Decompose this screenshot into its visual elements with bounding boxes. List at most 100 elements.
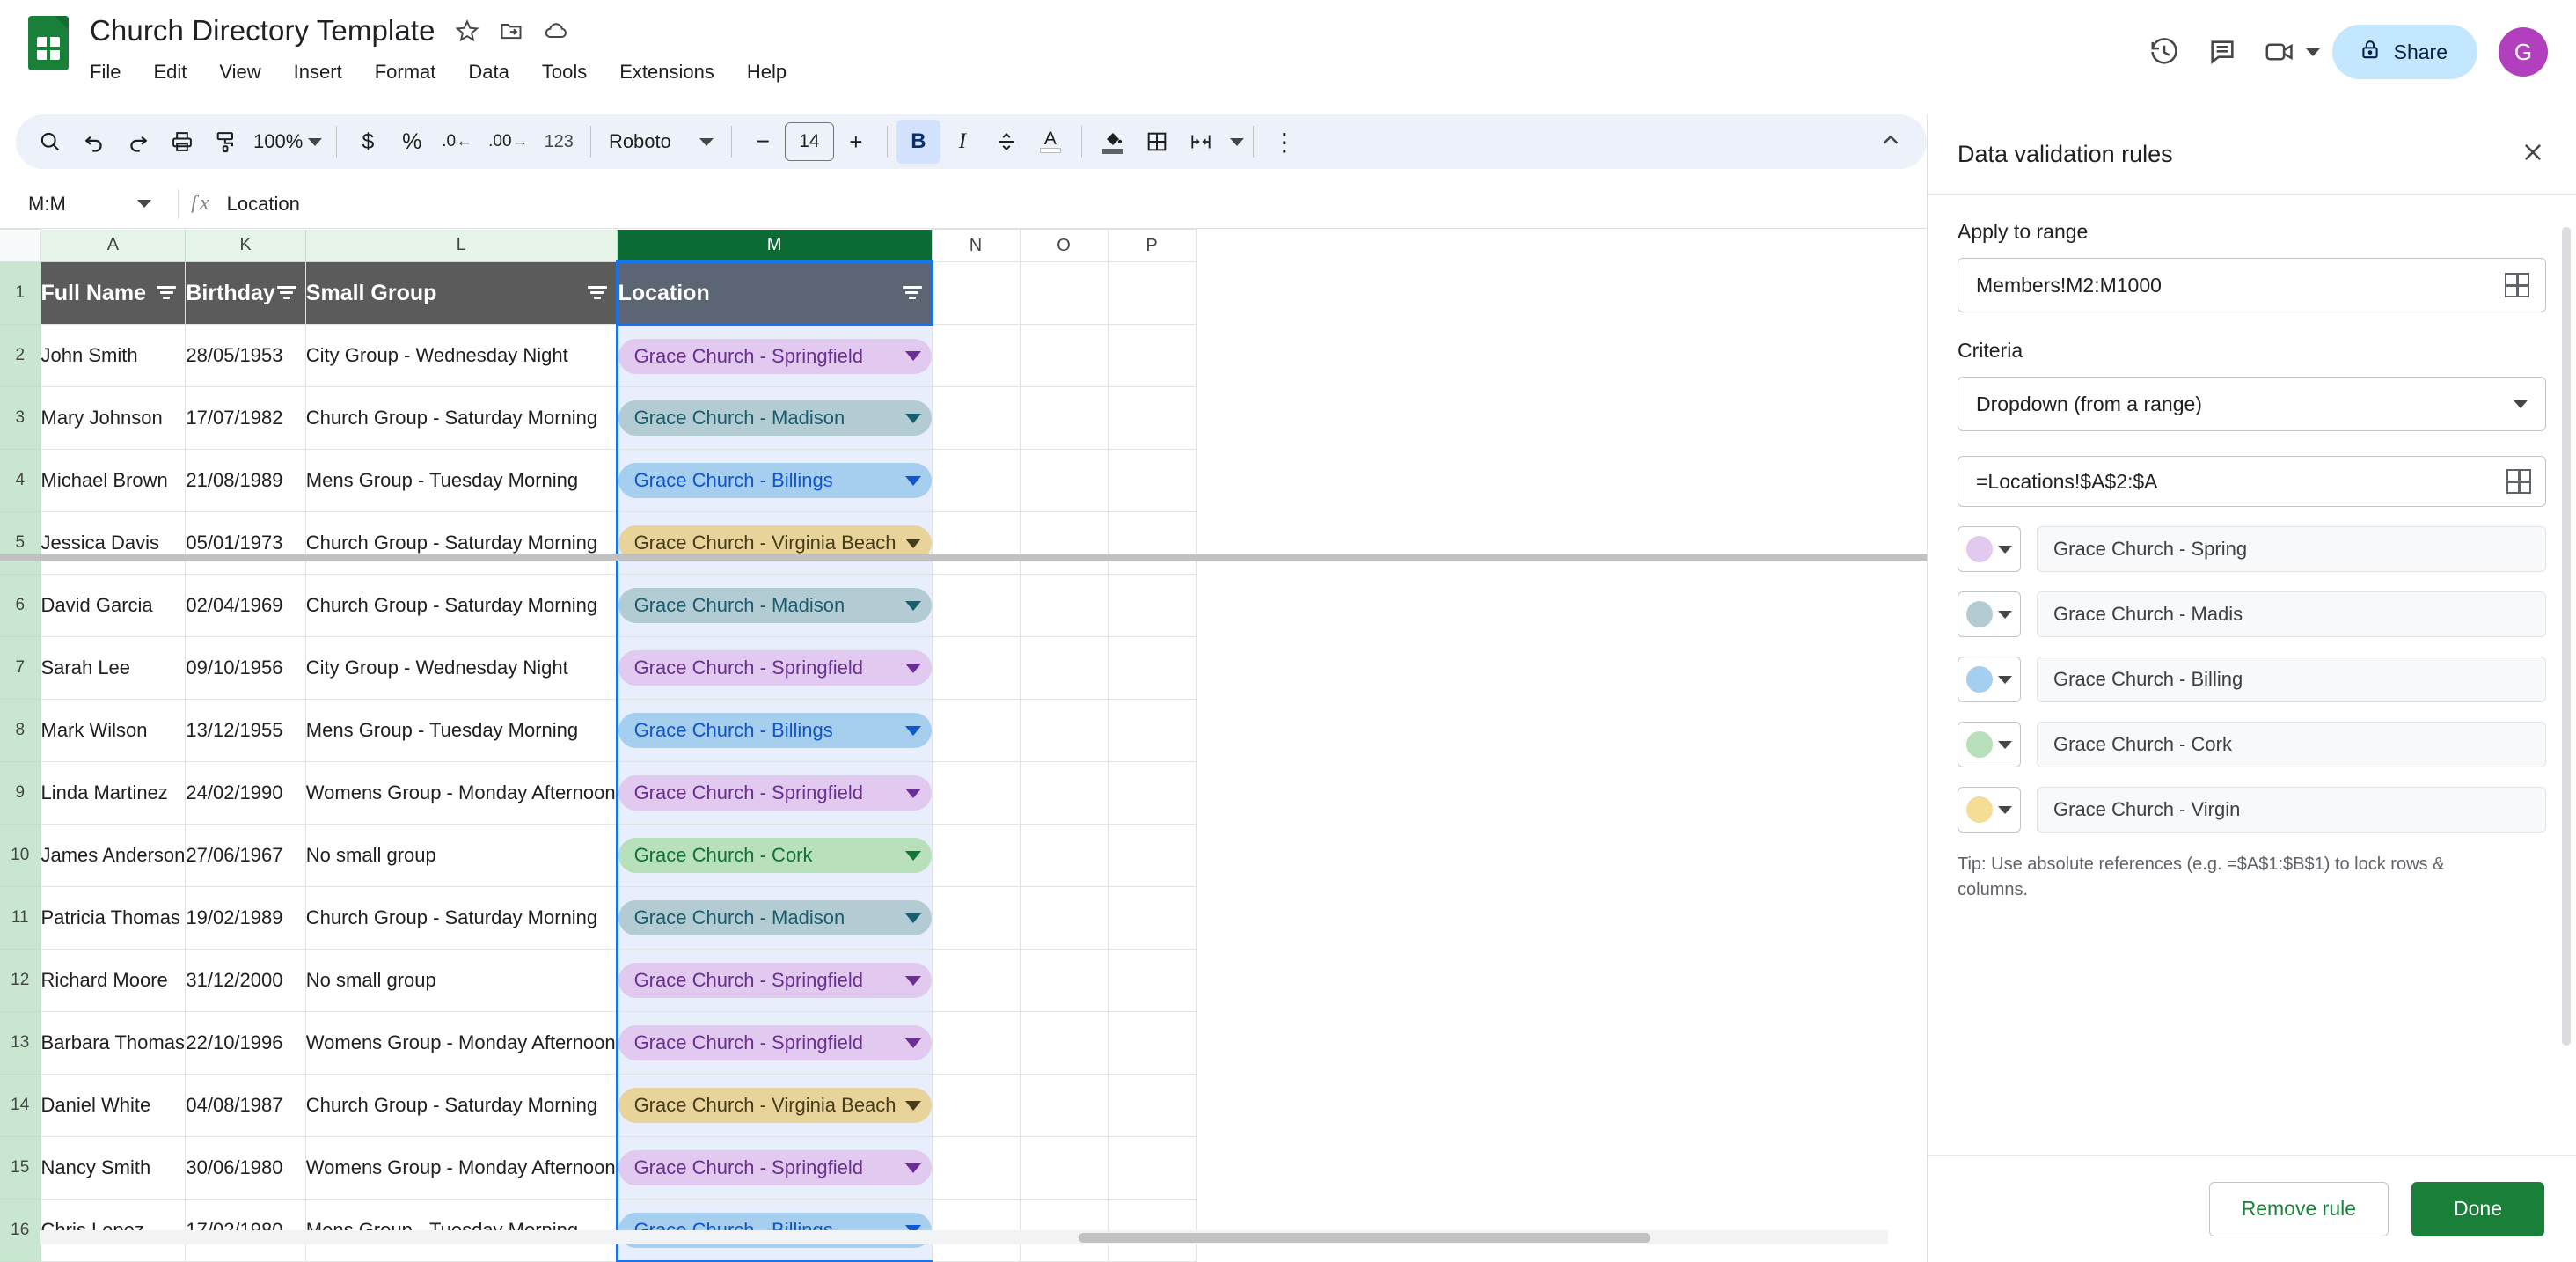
horizontal-scrollbar[interactable] xyxy=(40,1230,1888,1244)
empty-cell[interactable] xyxy=(932,512,1020,575)
more-formats-button[interactable]: 123 xyxy=(537,120,582,164)
cell-full-name[interactable]: James Anderson xyxy=(40,825,186,887)
collapse-toolbar-icon[interactable] xyxy=(1877,127,1904,158)
cloud-saved-icon[interactable] xyxy=(543,18,569,43)
cell-birthday[interactable]: 31/12/2000 xyxy=(186,950,305,1012)
increase-font-size-button[interactable]: + xyxy=(834,120,878,164)
cell-birthday[interactable]: 24/02/1990 xyxy=(186,762,305,825)
cell-location[interactable]: Grace Church - Billings xyxy=(617,700,932,762)
cell-small-group[interactable]: No small group xyxy=(305,950,617,1012)
name-box[interactable]: M:M xyxy=(0,193,167,216)
row-header-1[interactable]: 1 xyxy=(0,262,40,325)
empty-cell[interactable] xyxy=(1020,1137,1108,1200)
option-color-button[interactable] xyxy=(1958,787,2021,833)
empty-cell[interactable] xyxy=(1108,262,1196,325)
row-header-4[interactable]: 4 xyxy=(0,450,40,512)
row-header-7[interactable]: 7 xyxy=(0,637,40,700)
location-chip[interactable]: Grace Church - Madison xyxy=(618,588,932,623)
row-header-3[interactable]: 3 xyxy=(0,387,40,450)
empty-cell[interactable] xyxy=(1020,450,1108,512)
row-header-14[interactable]: 14 xyxy=(0,1075,40,1137)
cell-full-name[interactable]: Richard Moore xyxy=(40,950,186,1012)
star-icon[interactable] xyxy=(455,18,479,43)
menu-tools[interactable]: Tools xyxy=(542,61,587,84)
spreadsheet-grid[interactable]: A K L M N O P 1 Full Name Birthday Small… xyxy=(0,229,1927,1262)
cell-small-group[interactable]: Mens Group - Tuesday Morning xyxy=(305,700,617,762)
select-range-icon[interactable] xyxy=(2505,273,2529,297)
menu-view[interactable]: View xyxy=(219,61,260,84)
chevron-down-icon[interactable] xyxy=(905,1163,921,1173)
cell-location[interactable]: Grace Church - Springfield xyxy=(617,1137,932,1200)
empty-cell[interactable] xyxy=(1020,512,1108,575)
empty-cell[interactable] xyxy=(932,262,1020,325)
cell-full-name[interactable]: Michael Brown xyxy=(40,450,186,512)
cell-full-name[interactable]: Barbara Thomas xyxy=(40,1012,186,1075)
empty-cell[interactable] xyxy=(932,637,1020,700)
option-color-button[interactable] xyxy=(1958,657,2021,702)
cell-birthday[interactable]: 22/10/1996 xyxy=(186,1012,305,1075)
horizontal-scroll-thumb[interactable] xyxy=(1079,1233,1650,1243)
empty-cell[interactable] xyxy=(1108,950,1196,1012)
cell-full-name[interactable]: Jessica Davis xyxy=(40,512,186,575)
cell-location[interactable]: Grace Church - Madison xyxy=(617,887,932,950)
cell-location[interactable]: Grace Church - Springfield xyxy=(617,950,932,1012)
empty-cell[interactable] xyxy=(932,950,1020,1012)
empty-cell[interactable] xyxy=(1108,1075,1196,1137)
row-header-5[interactable]: 5 xyxy=(0,512,40,575)
bold-button[interactable]: B xyxy=(896,120,940,164)
empty-cell[interactable] xyxy=(1020,637,1108,700)
location-chip[interactable]: Grace Church - Springfield xyxy=(618,650,932,686)
option-color-button[interactable] xyxy=(1958,722,2021,767)
menu-file[interactable]: File xyxy=(90,61,121,84)
empty-cell[interactable] xyxy=(1108,512,1196,575)
column-header-a[interactable]: A xyxy=(40,230,186,262)
filter-icon[interactable] xyxy=(277,286,296,300)
menu-insert[interactable]: Insert xyxy=(294,61,342,84)
location-chip[interactable]: Grace Church - Billings xyxy=(618,713,932,748)
italic-button[interactable]: I xyxy=(940,120,984,164)
zoom-control[interactable]: 100% xyxy=(248,130,327,153)
empty-cell[interactable] xyxy=(932,1137,1020,1200)
empty-cell[interactable] xyxy=(932,450,1020,512)
cell-small-group[interactable]: Church Group - Saturday Morning xyxy=(305,1075,617,1137)
move-to-folder-icon[interactable] xyxy=(499,18,523,43)
option-value-input[interactable]: Grace Church - Cork xyxy=(2037,722,2546,767)
header-location[interactable]: Location xyxy=(617,262,932,325)
cell-birthday[interactable]: 05/01/1973 xyxy=(186,512,305,575)
redo-icon[interactable] xyxy=(116,120,160,164)
cell-location[interactable]: Grace Church - Virginia Beach xyxy=(617,1075,932,1137)
print-icon[interactable] xyxy=(160,120,204,164)
empty-cell[interactable] xyxy=(1020,825,1108,887)
cell-location[interactable]: Grace Church - Virginia Beach xyxy=(617,512,932,575)
chevron-down-icon[interactable] xyxy=(905,476,921,486)
empty-cell[interactable] xyxy=(1108,887,1196,950)
cell-location[interactable]: Grace Church - Billings xyxy=(617,450,932,512)
chevron-down-icon[interactable] xyxy=(905,1101,921,1111)
select-all-corner[interactable] xyxy=(0,230,40,262)
option-value-input[interactable]: Grace Church - Virgin xyxy=(2037,787,2546,833)
cell-birthday[interactable]: 19/02/1989 xyxy=(186,887,305,950)
empty-cell[interactable] xyxy=(1020,950,1108,1012)
cell-birthday[interactable]: 17/07/1982 xyxy=(186,387,305,450)
empty-cell[interactable] xyxy=(1020,887,1108,950)
option-value-input[interactable]: Grace Church - Madis xyxy=(2037,591,2546,637)
filter-icon[interactable] xyxy=(903,286,922,300)
chevron-down-icon[interactable] xyxy=(905,913,921,923)
empty-cell[interactable] xyxy=(932,387,1020,450)
chevron-down-icon[interactable] xyxy=(905,789,921,798)
strikethrough-button[interactable] xyxy=(984,120,1028,164)
location-chip[interactable]: Grace Church - Virginia Beach xyxy=(618,1088,932,1123)
cell-small-group[interactable]: Church Group - Saturday Morning xyxy=(305,575,617,637)
column-header-l[interactable]: L xyxy=(305,230,617,262)
version-history-icon[interactable] xyxy=(2135,23,2193,81)
cell-location[interactable]: Grace Church - Springfield xyxy=(617,1012,932,1075)
cell-full-name[interactable]: Linda Martinez xyxy=(40,762,186,825)
empty-cell[interactable] xyxy=(1020,262,1108,325)
empty-cell[interactable] xyxy=(932,762,1020,825)
filter-icon[interactable] xyxy=(588,286,607,300)
menu-extensions[interactable]: Extensions xyxy=(619,61,714,84)
chevron-down-icon[interactable] xyxy=(905,351,921,361)
cell-location[interactable]: Grace Church - Madison xyxy=(617,387,932,450)
font-size-input[interactable] xyxy=(785,122,834,161)
empty-cell[interactable] xyxy=(932,325,1020,387)
